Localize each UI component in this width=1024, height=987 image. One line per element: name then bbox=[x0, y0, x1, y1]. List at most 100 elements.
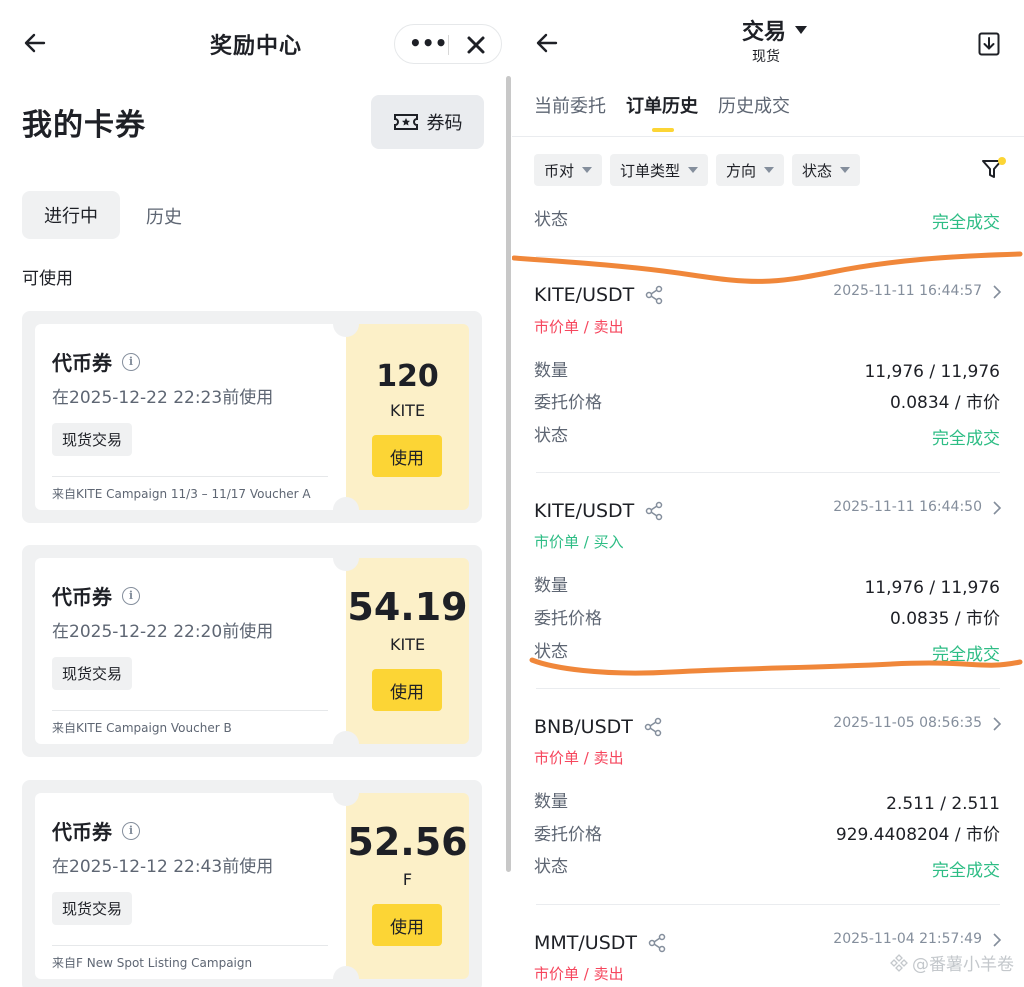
tab-trade-history[interactable]: 历史成交 bbox=[718, 92, 790, 118]
order-pair[interactable]: KITE/USDT bbox=[534, 500, 664, 522]
status-label: 状态 bbox=[534, 210, 568, 230]
section-heading: 我的卡券 bbox=[22, 108, 146, 143]
price-label: 委托价格 bbox=[534, 393, 602, 413]
voucher-code-label: 券码 bbox=[426, 113, 463, 134]
order-history-panel: 交易 现货 当前委托 订单历史 历史成交 币对 订单类型 方向 状态 状态 完全… bbox=[512, 0, 1024, 987]
chevron-right-icon[interactable] bbox=[992, 501, 1002, 515]
order-type: 市价单 / 卖出 bbox=[534, 749, 624, 767]
price-value: 0.0835 / 市价 bbox=[889, 609, 1000, 629]
qty-value: 11,976 / 11,976 bbox=[864, 578, 1000, 598]
order-pair[interactable]: KITE/USDT bbox=[534, 284, 664, 306]
watermark-logo-icon bbox=[890, 953, 908, 972]
divider bbox=[536, 904, 1000, 905]
voucher-expiry: 在2025-12-22 22:20前使用 bbox=[52, 622, 274, 642]
voucher-tag: 现货交易 bbox=[52, 657, 133, 690]
tab-order-history[interactable]: 订单历史 bbox=[626, 92, 698, 132]
ticket-notch bbox=[333, 545, 359, 571]
download-icon[interactable] bbox=[978, 32, 1000, 56]
share-icon[interactable] bbox=[644, 285, 664, 305]
voucher-amount: 54.19 bbox=[347, 585, 468, 629]
tab-open-orders[interactable]: 当前委托 bbox=[534, 92, 606, 118]
trade-title[interactable]: 交易 bbox=[742, 14, 808, 46]
order-pair[interactable]: MMT/USDT bbox=[534, 932, 667, 954]
chevron-right-icon[interactable] bbox=[992, 285, 1002, 299]
order-time: 2025-11-11 16:44:50 bbox=[833, 499, 982, 515]
filter-order-type[interactable]: 订单类型 bbox=[610, 154, 709, 186]
order-tabs: 当前委托 订单历史 历史成交 bbox=[534, 92, 790, 132]
capsule-divider bbox=[448, 35, 449, 55]
miniapp-capsule: ••• bbox=[394, 24, 502, 64]
divider bbox=[52, 945, 328, 946]
voucher-source: 来自F New Spot Listing Campaign bbox=[52, 956, 253, 970]
ticket-notch bbox=[333, 966, 359, 987]
info-icon[interactable]: i bbox=[122, 352, 140, 371]
caret-down-icon bbox=[795, 26, 808, 34]
order-pair[interactable]: BNB/USDT bbox=[534, 716, 663, 738]
info-icon[interactable]: i bbox=[122, 821, 140, 840]
divider bbox=[512, 136, 1024, 137]
voucher-unit: F bbox=[402, 870, 413, 889]
voucher-tag: 现货交易 bbox=[52, 423, 133, 456]
order-time: 2025-11-05 08:56:35 bbox=[833, 715, 982, 731]
price-value: 0.0834 / 市价 bbox=[889, 393, 1000, 413]
caret-down-icon bbox=[582, 167, 593, 173]
voucher-title: 代币券 i bbox=[52, 581, 140, 610]
voucher-amount: 120 bbox=[376, 359, 439, 394]
qty-label: 数量 bbox=[534, 576, 568, 596]
voucher-title: 代币券 i bbox=[52, 816, 140, 845]
share-icon[interactable] bbox=[647, 933, 667, 953]
filter-funnel-icon[interactable] bbox=[980, 156, 1008, 182]
order-time: 2025-11-04 21:57:49 bbox=[833, 931, 982, 947]
use-button[interactable]: 使用 bbox=[372, 435, 442, 477]
price-label: 委托价格 bbox=[534, 609, 602, 629]
price-label: 委托价格 bbox=[534, 825, 602, 845]
qty-value: 11,976 / 11,976 bbox=[864, 362, 1000, 382]
voucher-code-button[interactable]: 券码 bbox=[371, 95, 484, 149]
caret-down-icon bbox=[764, 167, 775, 173]
qty-value: 2.511 / 2.511 bbox=[886, 794, 1000, 814]
order-type: 市价单 / 卖出 bbox=[534, 318, 624, 336]
order-type: 市价单 / 卖出 bbox=[534, 965, 624, 983]
status-label: 状态 bbox=[534, 426, 568, 446]
rewards-center-panel: 奖励中心 ••• 我的卡券 券码 进行中 历史 可使用 代币券 i 在2025-1… bbox=[0, 0, 512, 987]
chevron-right-icon[interactable] bbox=[992, 933, 1002, 947]
voucher-source: 来自KITE Campaign Voucher B bbox=[52, 721, 232, 735]
tab-history[interactable]: 历史 bbox=[146, 203, 182, 229]
caret-down-icon bbox=[688, 167, 699, 173]
order-time: 2025-11-11 16:44:57 bbox=[833, 283, 982, 299]
voucher-expiry: 在2025-12-22 22:23前使用 bbox=[52, 388, 274, 408]
filter-status[interactable]: 状态 bbox=[792, 154, 861, 186]
trade-subtitle: 现货 bbox=[752, 49, 780, 65]
scrollbar[interactable] bbox=[506, 76, 511, 872]
ticket-notch bbox=[333, 311, 359, 337]
status-value: 完全成交 bbox=[932, 861, 1000, 881]
close-icon[interactable] bbox=[465, 34, 487, 56]
status-value: 完全成交 bbox=[932, 213, 1000, 233]
order-type: 市价单 / 买入 bbox=[534, 533, 624, 551]
caret-down-icon bbox=[840, 167, 851, 173]
share-icon[interactable] bbox=[643, 717, 663, 737]
voucher-card: 代币券 i 在2025-12-12 22:43前使用 现货交易 来自F New S… bbox=[22, 780, 482, 987]
filter-side[interactable]: 方向 bbox=[716, 154, 785, 186]
back-arrow-icon[interactable] bbox=[534, 30, 560, 56]
status-value: 完全成交 bbox=[932, 429, 1000, 449]
filter-pair[interactable]: 币对 bbox=[534, 154, 603, 186]
use-button[interactable]: 使用 bbox=[372, 904, 442, 946]
divider bbox=[536, 256, 1000, 257]
ticket-notch bbox=[333, 780, 359, 806]
divider bbox=[536, 688, 1000, 689]
info-icon[interactable]: i bbox=[122, 586, 140, 605]
more-icon[interactable]: ••• bbox=[409, 33, 447, 55]
qty-label: 数量 bbox=[534, 792, 568, 812]
voucher-amount: 52.56 bbox=[347, 820, 468, 864]
share-icon[interactable] bbox=[644, 501, 664, 521]
qty-label: 数量 bbox=[534, 361, 568, 381]
status-label: 状态 bbox=[534, 642, 568, 662]
ticket-icon bbox=[393, 114, 418, 130]
tab-in-progress[interactable]: 进行中 bbox=[22, 191, 120, 239]
ticket-notch bbox=[333, 731, 359, 757]
divider bbox=[52, 710, 328, 711]
voucher-card: 代币券 i 在2025-12-22 22:20前使用 现货交易 来自KITE Ca… bbox=[22, 545, 482, 757]
chevron-right-icon[interactable] bbox=[992, 717, 1002, 731]
use-button[interactable]: 使用 bbox=[372, 669, 442, 711]
